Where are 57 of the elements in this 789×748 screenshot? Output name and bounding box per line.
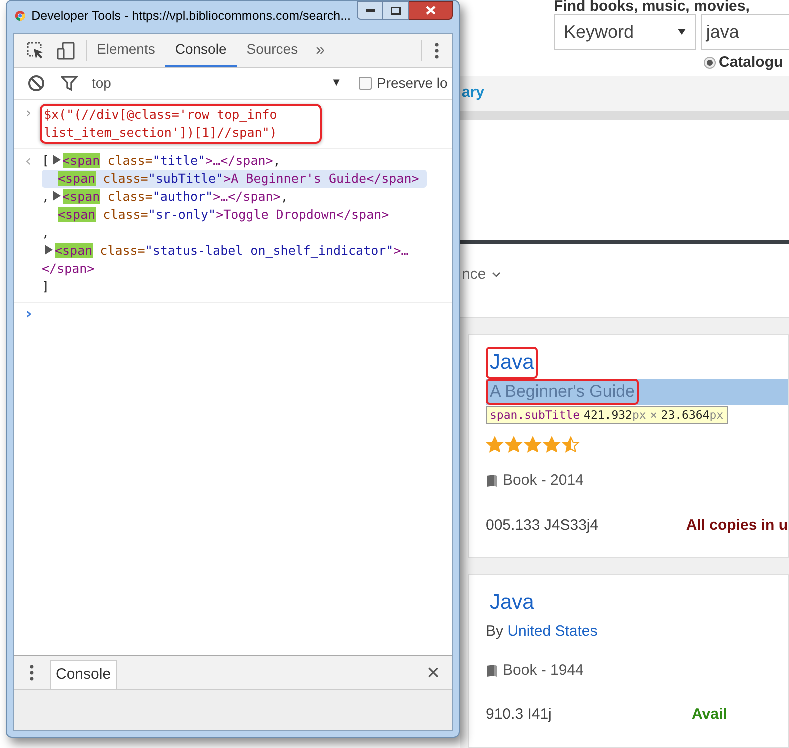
title-link[interactable]: Java xyxy=(486,347,538,379)
input-prompt-icon: › xyxy=(24,104,40,144)
star-icon xyxy=(524,436,542,454)
more-tabs-button[interactable]: » xyxy=(308,34,333,67)
maximize-icon xyxy=(390,6,400,14)
book-icon xyxy=(486,474,498,488)
format-label: Book - 2014 xyxy=(503,471,584,491)
format-label: Book - 1944 xyxy=(503,660,584,680)
search-type-select[interactable]: Keyword xyxy=(554,14,696,50)
call-number: 910.3 I41j xyxy=(486,705,553,725)
dropdown-caret-icon xyxy=(678,29,686,35)
element-tooltip: span.subTitle 421.932px × 23.6364px xyxy=(486,406,728,424)
star-icon xyxy=(505,436,523,454)
search-heading: Find books, music, movies, xyxy=(554,0,751,14)
book-icon xyxy=(486,664,498,678)
minimize-icon xyxy=(366,9,374,12)
context-selector[interactable]: top ▼ xyxy=(92,73,342,94)
author-link[interactable]: United States xyxy=(508,623,598,640)
nav-link[interactable]: ary xyxy=(462,82,485,105)
panel-tab[interactable]: Elements xyxy=(87,34,166,67)
filter-icon[interactable] xyxy=(61,76,78,92)
subtitle: A Beginner's Guide xyxy=(486,379,640,405)
result-marker-icon: ‹ xyxy=(24,152,42,296)
minimize-button[interactable] xyxy=(357,1,383,20)
close-button[interactable] xyxy=(409,1,453,20)
drawer-tab[interactable]: Console xyxy=(50,660,118,689)
panel-tab[interactable]: Sources xyxy=(236,34,308,67)
chevron-down-icon xyxy=(492,272,502,278)
close-icon xyxy=(426,6,436,15)
browser-logo-icon xyxy=(15,8,26,24)
close-drawer-button[interactable]: × xyxy=(415,656,452,689)
search-field[interactable]: java xyxy=(701,14,789,50)
checkbox-label: Preserve lo xyxy=(377,74,448,93)
console-prompt-icon[interactable]: › xyxy=(24,304,34,323)
star-icon xyxy=(543,436,561,454)
panel-tab[interactable]: Console xyxy=(165,34,237,67)
star-icon xyxy=(562,436,580,454)
device-toolbar-icon[interactable] xyxy=(56,40,76,60)
clear-console-icon[interactable] xyxy=(28,75,45,92)
sort-dropdown[interactable]: nce xyxy=(462,264,502,286)
console-result-line: <span class="status-label on_shelf_indicator">…</span> xyxy=(42,242,410,278)
author-line: By United States xyxy=(486,622,599,642)
star-icon xyxy=(486,436,504,454)
checkbox[interactable] xyxy=(359,77,372,90)
console-result-line: ] xyxy=(42,278,51,296)
title-link[interactable]: Java xyxy=(486,587,538,619)
console-result-line: , xyxy=(42,224,51,242)
drawer-menu-icon[interactable] xyxy=(30,664,34,680)
window-title: Developer Tools - https://vpl.bibliocommons.com/search... xyxy=(32,8,351,25)
radio-button[interactable] xyxy=(704,57,716,70)
availability-status: All copies in u xyxy=(686,516,788,536)
call-number: 005.133 J4S33j4 xyxy=(486,516,600,536)
more-options-icon[interactable] xyxy=(435,42,439,60)
radio-label: Catalogu xyxy=(719,53,784,73)
availability-status: Avail xyxy=(692,705,728,725)
console-result-line: <span class="sr-only">Toggle Dropdown</span> xyxy=(57,206,390,224)
maximize-button[interactable] xyxy=(383,1,409,20)
